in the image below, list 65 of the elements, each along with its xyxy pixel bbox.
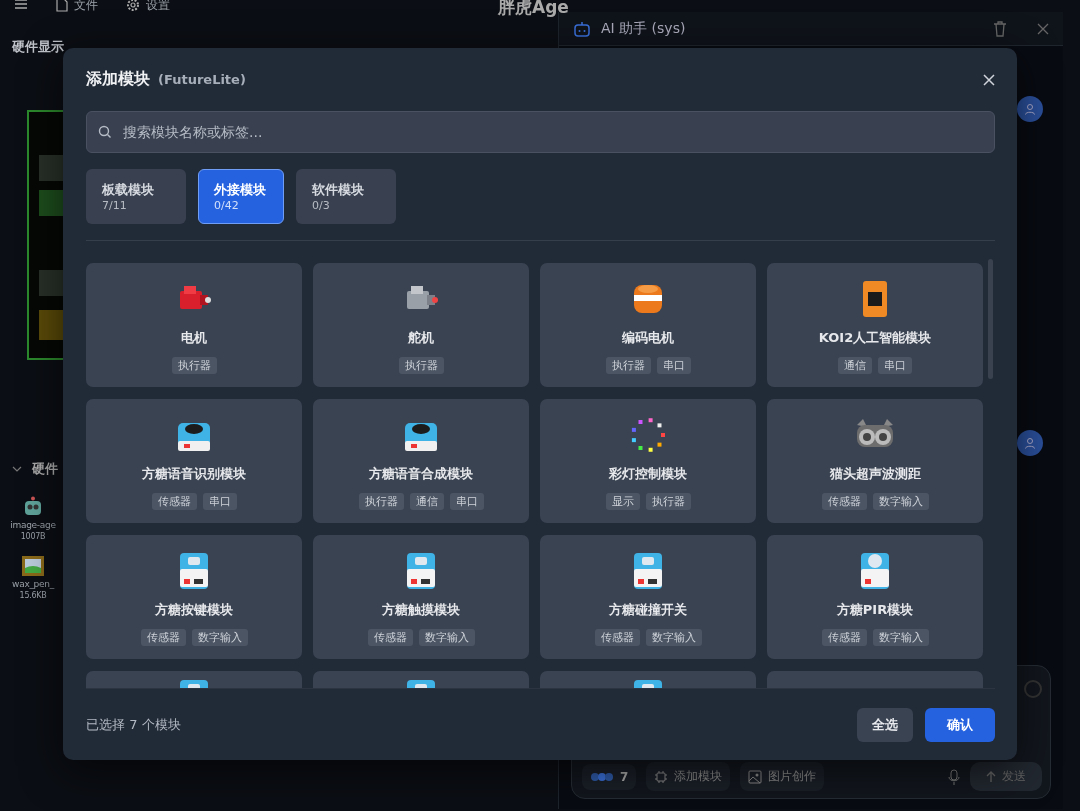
module-name: 方糖语音合成模块 (369, 465, 473, 483)
module-tag: 数字输入 (418, 629, 475, 646)
module-tag: 传感器 (821, 629, 867, 646)
module-name: 方糖碰撞开关 (609, 601, 687, 619)
module-card[interactable]: 猫头超声波测距 传感器 数字输入 (767, 399, 983, 523)
module-name: 电机 (181, 329, 207, 347)
module-tag: 数字输入 (191, 629, 248, 646)
dialog-title: 添加模块 (86, 69, 150, 90)
module-card[interactable]: 电机 执行器 (86, 263, 302, 387)
module-card[interactable]: 方糖碰撞开关 传感器 数字输入 (540, 535, 756, 659)
module-tag: 通信 (409, 493, 444, 510)
panel-title: 硬件显示 (12, 38, 65, 56)
module-name: 编码电机 (622, 329, 674, 347)
module-tag: 串口 (202, 493, 237, 510)
module-tag: 传感器 (821, 493, 867, 510)
select-all-button[interactable]: 全选 (857, 707, 913, 742)
module-card[interactable]: 编码电机 执行器 串口 (540, 263, 756, 387)
module-tab[interactable]: 软件模块 0/3 (296, 169, 396, 224)
module-tag: 通信 (838, 357, 872, 374)
module-tag: 串口 (878, 357, 912, 374)
module-tag: 传感器 (140, 629, 186, 646)
module-name: 方糖语音识别模块 (142, 465, 246, 483)
module-name: 猫头超声波测距 (829, 465, 921, 483)
menu-item[interactable]: 设置 (126, 0, 170, 12)
module-name: 方糖按键模块 (155, 601, 233, 619)
module-tag: 执行器 (358, 493, 404, 510)
module-name: KOI2人工智能模块 (818, 329, 932, 347)
module-tag: 传感器 (594, 629, 640, 646)
module-tag: 串口 (449, 493, 484, 510)
module-tag: 执行器 (171, 357, 217, 374)
module-tab[interactable]: 外接模块 0/42 (198, 169, 284, 224)
module-tab[interactable]: 板载模块 7/11 (86, 169, 186, 224)
module-tag: 执行器 (605, 357, 651, 374)
search-field[interactable]: 搜索模块名称或标签... (86, 111, 995, 153)
panel-title: AI 助手 (sys) (601, 19, 687, 38)
file-name[interactable]: image-age (10, 520, 56, 530)
confirm-button[interactable]: 确认 (925, 707, 995, 742)
module-tag: 数字输入 (872, 629, 929, 646)
file-name[interactable]: wax_pen_ (12, 579, 54, 589)
module-name: 彩灯控制模块 (609, 465, 687, 483)
device-name: (FutureLite) (158, 72, 247, 87)
module-tag: 执行器 (398, 357, 444, 374)
module-name: 舵机 (408, 329, 434, 347)
module-tag: 执行器 (645, 493, 691, 510)
section-title: 硬件 (32, 460, 58, 478)
module-card[interactable]: 舵机 执行器 (313, 263, 529, 387)
file-size: 1007B (20, 532, 46, 541)
module-card[interactable]: KOI2人工智能模块 通信 串口 (767, 263, 983, 387)
module-tag: 显示 (605, 493, 640, 510)
module-tag: 串口 (656, 357, 691, 374)
module-card[interactable]: 彩灯控制模块 显示 执行器 (540, 399, 756, 523)
selection-status: 已选择 7 个模块 (86, 715, 182, 734)
module-tag: 传感器 (367, 629, 413, 646)
module-tag: 数字输入 (645, 629, 702, 646)
file-size: 15.6KB (19, 591, 47, 600)
module-count[interactable]: 7 (582, 763, 637, 790)
module-tag: 传感器 (151, 493, 197, 510)
module-card[interactable]: 方糖语音识别模块 传感器 串口 (86, 399, 302, 523)
module-card[interactable]: 方糖语音合成模块 执行器 通信 串口 (313, 399, 529, 523)
module-tag: 数字输入 (872, 493, 929, 510)
module-card[interactable]: 方糖按键模块 传感器 数字输入 (86, 535, 302, 659)
module-name: 方糖PIR模块 (836, 601, 914, 619)
module-card[interactable]: 方糖PIR模块 传感器 数字输入 (767, 535, 983, 659)
module-card[interactable]: 方糖触摸模块 传感器 数字输入 (313, 535, 529, 659)
module-name: 方糖触摸模块 (382, 601, 460, 619)
